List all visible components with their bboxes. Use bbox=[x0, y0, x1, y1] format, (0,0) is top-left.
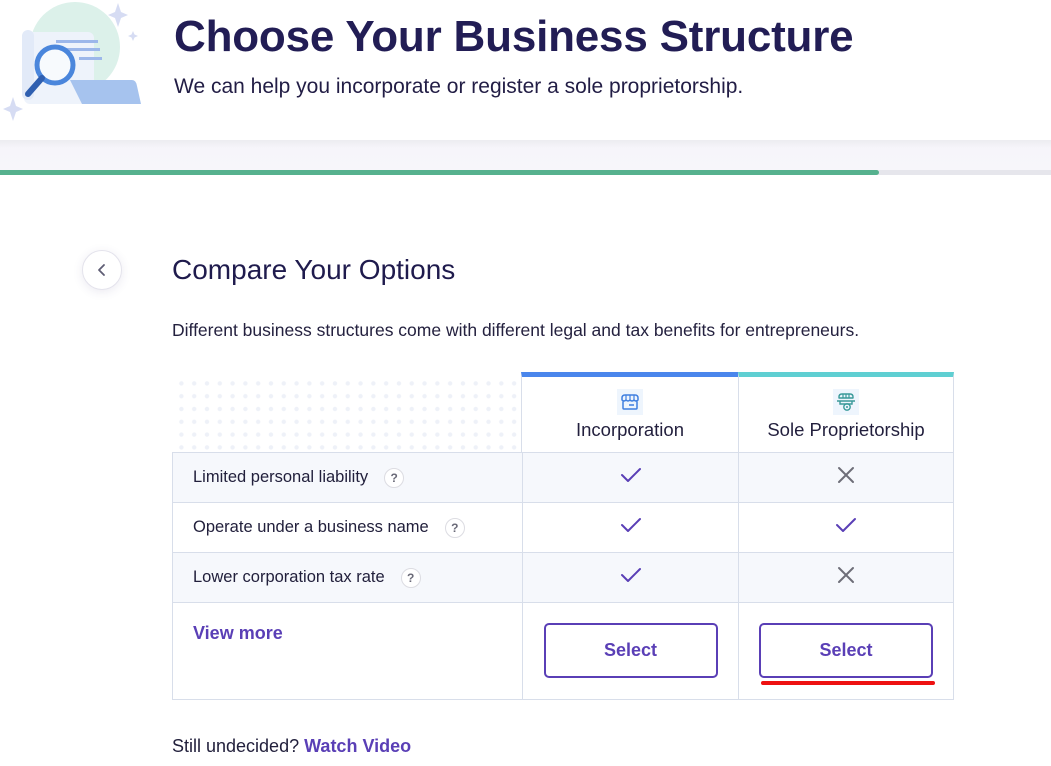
sole-proprietorship-value-cell bbox=[738, 553, 953, 602]
checkmark-icon bbox=[620, 517, 642, 538]
document-magnifier-illustration bbox=[3, 2, 141, 121]
checkmark-icon bbox=[835, 517, 857, 538]
watch-video-link[interactable]: Watch Video bbox=[304, 736, 411, 756]
incorporation-value-cell bbox=[522, 553, 738, 602]
help-icon[interactable]: ? bbox=[384, 467, 405, 488]
incorporation-action-cell: Select bbox=[522, 603, 738, 699]
checkmark-icon bbox=[620, 467, 642, 488]
sole-proprietorship-value-cell bbox=[738, 453, 953, 502]
feature-label-cell: Operate under a business name? bbox=[173, 503, 522, 552]
view-more-cell: View more bbox=[173, 603, 522, 699]
column-label-incorporation: Incorporation bbox=[576, 419, 684, 440]
feature-row: Limited personal liability? bbox=[172, 452, 954, 502]
view-more-link[interactable]: View more bbox=[193, 623, 283, 644]
progress-bar bbox=[0, 170, 1051, 175]
progress-bar-fill bbox=[0, 170, 879, 175]
feature-label-cell: Limited personal liability? bbox=[173, 453, 522, 502]
market-cart-icon bbox=[833, 389, 859, 415]
column-header-sole-proprietorship: Sole Proprietorship bbox=[738, 372, 954, 452]
storefront-icon bbox=[617, 389, 643, 415]
select-sole-proprietorship-button[interactable]: Select bbox=[759, 623, 933, 678]
cross-icon bbox=[837, 466, 855, 489]
help-icon[interactable]: ? bbox=[444, 517, 465, 538]
feature-rows: Limited personal liability? Operate under… bbox=[172, 452, 954, 602]
page-header: Choose Your Business Structure We can he… bbox=[0, 0, 1051, 140]
section-description: Different business structures come with … bbox=[172, 320, 860, 340]
page-title: Choose Your Business Structure bbox=[174, 12, 854, 61]
incorporation-value-cell bbox=[522, 503, 738, 552]
comparison-table: Incorporation Sole Proprietorship Limite… bbox=[172, 372, 954, 700]
checkmark-icon bbox=[620, 567, 642, 588]
feature-row: Lower corporation tax rate? bbox=[172, 552, 954, 602]
column-label-sole-proprietorship: Sole Proprietorship bbox=[767, 419, 925, 440]
footer-note: Still undecided? Watch Video bbox=[172, 736, 411, 757]
feature-label: Operate under a business name bbox=[193, 518, 429, 536]
sole-proprietorship-value-cell bbox=[738, 503, 953, 552]
comparison-header-row: Incorporation Sole Proprietorship bbox=[172, 372, 954, 452]
section-title: Compare Your Options bbox=[172, 254, 456, 285]
feature-label: Lower corporation tax rate bbox=[193, 568, 385, 586]
page-subtitle: We can help you incorporate or register … bbox=[174, 75, 744, 98]
select-incorporation-button[interactable]: Select bbox=[543, 623, 718, 678]
dot-pattern bbox=[172, 374, 522, 452]
feature-label-cell: Lower corporation tax rate? bbox=[173, 553, 522, 602]
back-button[interactable] bbox=[82, 250, 122, 290]
chevron-left-icon bbox=[98, 264, 105, 276]
feature-label: Limited personal liability bbox=[193, 468, 369, 486]
incorporation-value-cell bbox=[522, 453, 738, 502]
help-icon[interactable]: ? bbox=[400, 567, 421, 588]
header-band bbox=[0, 140, 1051, 170]
cross-icon bbox=[837, 566, 855, 589]
footer-question: Still undecided? bbox=[172, 736, 300, 756]
sole-proprietorship-action-cell: Select bbox=[738, 603, 953, 699]
actions-row: View more Select Select bbox=[172, 602, 954, 700]
red-annotation-underline bbox=[761, 681, 935, 685]
feature-row: Operate under a business name? bbox=[172, 502, 954, 552]
column-header-incorporation: Incorporation bbox=[521, 372, 738, 452]
